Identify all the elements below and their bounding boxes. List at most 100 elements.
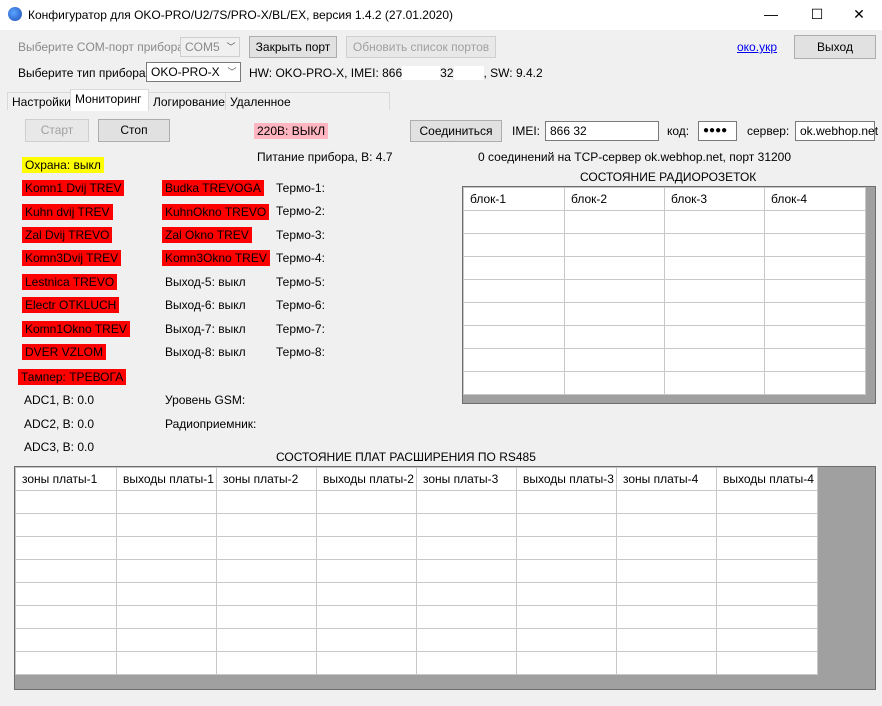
thermo-reading: Термо-4: — [276, 251, 325, 265]
close-port-button[interactable]: Закрыть порт — [249, 36, 337, 58]
oko-link[interactable]: око.укр — [737, 40, 777, 54]
thermo-reading: Термо-3: — [276, 228, 325, 242]
connect-button[interactable]: Соединиться — [410, 120, 502, 142]
grid-header: выходы платы-2 — [316, 467, 417, 491]
grid-header: зоны платы-1 — [15, 467, 117, 491]
tab-remote-config[interactable]: Удаленное конфигурирование — [225, 92, 390, 127]
device-power-voltage: Питание прибора, В: 4.7 — [257, 150, 393, 164]
grid-header: зоны платы-3 — [416, 467, 517, 491]
device-type-label: Выберите тип прибора: — [18, 66, 149, 80]
com-port-select[interactable]: COM5 ﹀ — [180, 37, 240, 57]
refresh-ports-button[interactable]: Обновить список портов — [346, 36, 496, 58]
grid-header: блок-2 — [564, 187, 665, 211]
table-row — [15, 513, 818, 537]
output-status: Выход-5: выкл — [165, 275, 246, 289]
zone-status: Electr OTKLUCH — [22, 297, 120, 313]
table-row — [463, 279, 866, 303]
zone-status: Komn3Dvij TREV — [22, 250, 122, 266]
table-row — [15, 605, 818, 629]
tab-monitoring[interactable]: Мониторинг — [70, 89, 149, 111]
imei-input[interactable]: 866 32 — [545, 121, 659, 141]
grid-header: блок-3 — [664, 187, 765, 211]
zone-status: Komn1Okno TREV — [22, 321, 130, 337]
com-port-value: COM5 — [185, 40, 220, 54]
table-row — [463, 325, 866, 349]
table-row — [15, 582, 818, 606]
grid-header: зоны платы-4 — [616, 467, 717, 491]
app-icon — [8, 7, 22, 21]
zone-status: DVER VZLOM — [22, 344, 107, 360]
device-type-select[interactable]: OKO-PRO-X ﹀ — [146, 62, 241, 82]
stop-button[interactable]: Стоп — [98, 119, 170, 142]
table-row — [463, 210, 866, 234]
thermo-reading: Термо-1: — [276, 181, 325, 195]
start-button[interactable]: Старт — [25, 119, 89, 142]
output-status: Выход-8: выкл — [165, 345, 246, 359]
code-label: код: — [667, 124, 690, 138]
grid-header: зоны платы-2 — [216, 467, 317, 491]
hw-info-suffix: , SW: 9.4.2 — [483, 66, 543, 80]
zone-status: Komn1 Dvij TREV — [22, 180, 125, 196]
hw-info-prefix: HW: OKO-PRO-X, IMEI: 866 — [249, 66, 403, 80]
zone-status: Kuhn dvij TREV — [22, 204, 113, 220]
tab-settings[interactable]: Настройки — [7, 92, 71, 110]
window-title: Конфигуратор для OKO-PRO/U2/7S/PRO-X/BL/… — [28, 8, 453, 22]
adc-reading: ADC3, В: 0.0 — [24, 440, 95, 454]
minimize-button[interactable]: — — [748, 0, 794, 30]
zone-status: Zal Dvij TREVO — [22, 227, 113, 243]
code-input[interactable]: ●●●● — [698, 121, 737, 141]
power-220v-status: 220В: ВЫКЛ — [254, 123, 329, 139]
tamper-status: Тампер: ТРЕВОГА — [18, 369, 127, 385]
tcp-connection-info: 0 соединений на TCP-сервер ok.webhop.net… — [478, 150, 792, 164]
output-status: Выход-6: выкл — [165, 298, 246, 312]
rs485-grid[interactable]: зоны платы-1 выходы платы-1 зоны платы-2… — [14, 466, 876, 690]
adc-reading: ADC2, В: 0.0 — [24, 417, 95, 431]
zone-status: KuhnOkno TREVO — [162, 204, 270, 220]
table-row — [463, 256, 866, 280]
zone-status: Lestnica TREVO — [22, 274, 118, 290]
hw-info-imei-part: 32 — [440, 66, 454, 80]
grid-header: выходы платы-3 — [516, 467, 617, 491]
table-row — [463, 371, 866, 395]
zone-status: Budka TREVOGA — [162, 180, 264, 196]
output-status: Выход-7: выкл — [165, 322, 246, 336]
thermo-reading: Термо-7: — [276, 322, 325, 336]
table-row — [15, 559, 818, 583]
table-row — [15, 628, 818, 652]
thermo-reading: Термо-6: — [276, 298, 325, 312]
table-row — [15, 536, 818, 560]
zone-status: Zal Okno TREV — [162, 227, 252, 243]
thermo-reading: Термо-8: — [276, 345, 325, 359]
gsm-level: Уровень GSM: — [165, 393, 246, 407]
table-row — [463, 233, 866, 257]
guard-status: Охрана: выкл — [22, 157, 104, 173]
thermo-reading: Термо-5: — [276, 275, 325, 289]
chevron-down-icon: ﹀ — [226, 42, 236, 52]
grid-header: блок-4 — [764, 187, 866, 211]
device-type-value: OKO-PRO-X — [151, 65, 220, 79]
rs485-title: СОСТОЯНИЕ ПЛАТ РАСШИРЕНИЯ ПО RS485 — [276, 450, 536, 464]
thermo-reading: Термо-2: — [276, 204, 325, 218]
radio-receiver: Радиоприемник: — [165, 417, 257, 431]
table-row — [463, 348, 866, 372]
close-window-button[interactable]: ✕ — [836, 0, 882, 30]
com-port-label: Выберите COM-порт прибора: — [18, 40, 188, 54]
server-label: сервер: — [747, 124, 790, 138]
chevron-down-icon: ﹀ — [227, 67, 237, 77]
grid-header: выходы платы-4 — [716, 467, 818, 491]
adc-reading: ADC1, В: 0.0 — [24, 393, 95, 407]
zone-status: Komn3Okno TREV — [162, 250, 270, 266]
table-row — [15, 651, 818, 675]
imei-label: IMEI: — [512, 124, 541, 138]
radio-sockets-title: СОСТОЯНИЕ РАДИОРОЗЕТОК — [580, 170, 757, 184]
tab-logging[interactable]: Логирование — [148, 92, 226, 110]
grid-header: блок-1 — [463, 187, 565, 211]
server-input[interactable]: ok.webhop.net — [795, 121, 878, 141]
table-row — [15, 490, 818, 514]
grid-header: выходы платы-1 — [116, 467, 217, 491]
table-row — [463, 302, 866, 326]
exit-button[interactable]: Выход — [794, 35, 876, 59]
radio-sockets-grid[interactable]: блок-1 блок-2 блок-3 блок-4 — [462, 186, 876, 404]
maximize-button[interactable]: ☐ — [794, 0, 840, 30]
hw-info: HW: OKO-PRO-X, IMEI: 866 32 , SW: 9.4.2 — [249, 66, 543, 80]
